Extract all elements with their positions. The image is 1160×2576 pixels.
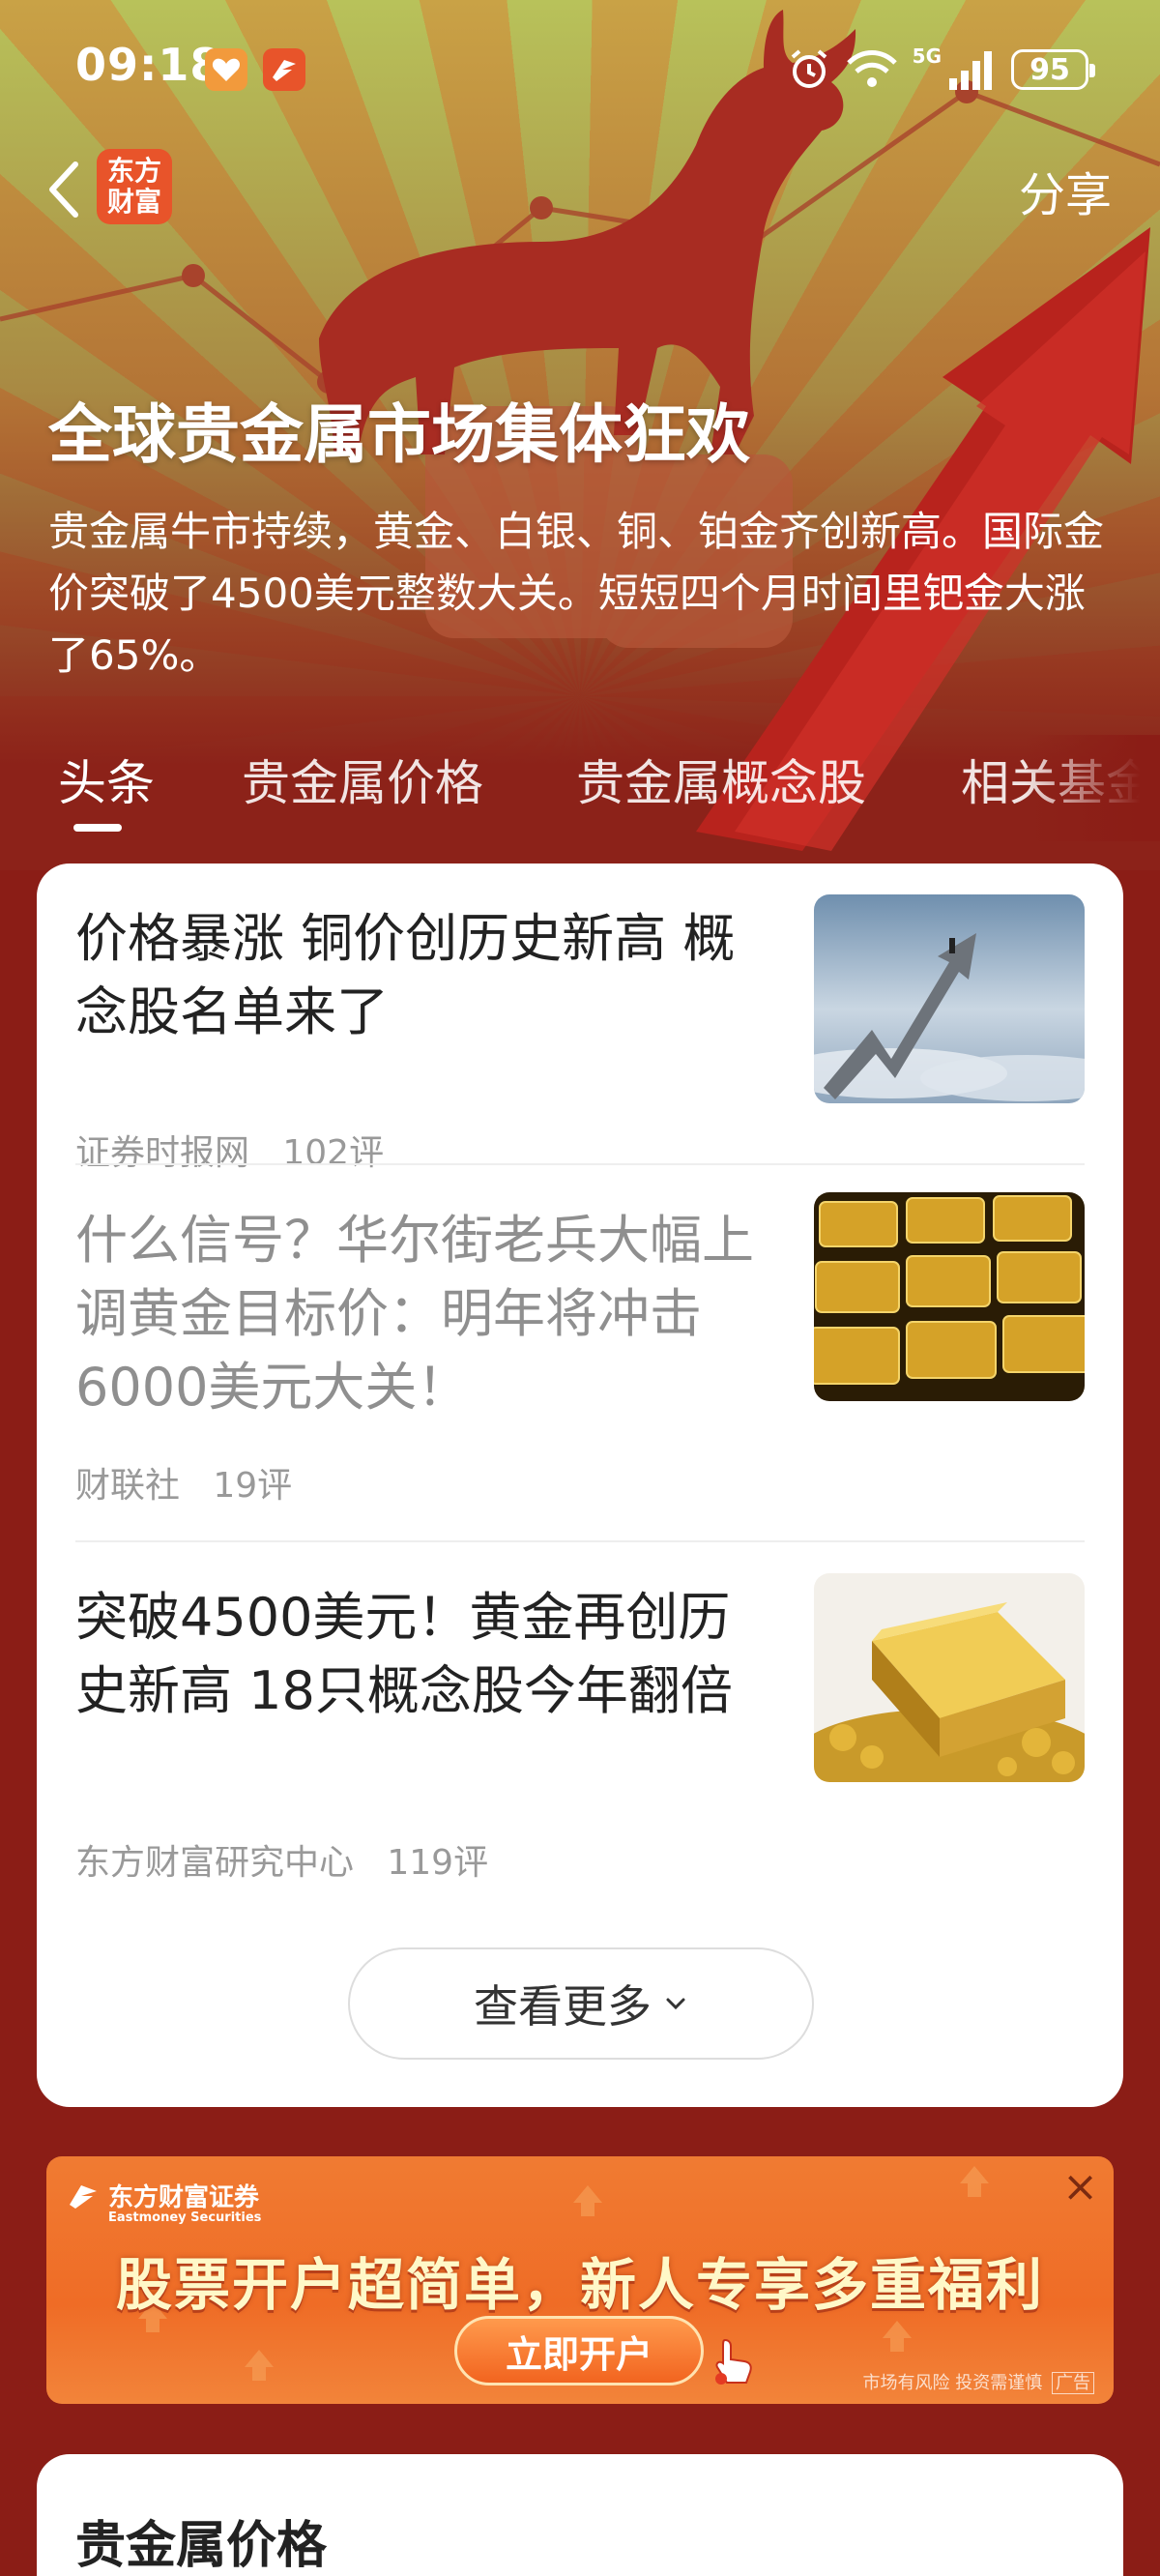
ad-brand: 东方财富证券 bbox=[68, 2178, 259, 2213]
news-meta: 财联社 19评 bbox=[75, 1457, 292, 1508]
network-type: 5G bbox=[912, 44, 942, 68]
divider bbox=[75, 1540, 1085, 1542]
news-title: 价格暴涨 铜价创历史新高 概念股名单来了 bbox=[75, 908, 736, 1042]
page-description: 贵金属牛市持续，黄金、白银、铜、铂金齐创新高。国际金价突破了4500美元整数大关… bbox=[48, 508, 1105, 679]
chevron-down-icon bbox=[666, 1998, 685, 2010]
ad-risk-notice: 市场有风险 投资需谨慎 bbox=[862, 2373, 1043, 2393]
hand-pointer-icon bbox=[715, 2338, 752, 2385]
news-comment-count: 19评 bbox=[213, 1466, 293, 1506]
news-source: 东方财富研究中心 bbox=[75, 1843, 355, 1883]
ad-disclaimer: 市场有风险 投资需谨慎 广告 bbox=[863, 2369, 1094, 2394]
wifi-icon bbox=[846, 50, 897, 87]
account-opening-ad[interactable]: 东方财富证券 Eastmoney Securities × 股票开户超简单，新人… bbox=[46, 2156, 1114, 2404]
open-account-button[interactable]: 立即开户 bbox=[454, 2316, 704, 2386]
status-bar: 09:18 5G 95 bbox=[0, 0, 1160, 135]
metal-price-card: 贵金属价格 bbox=[37, 2454, 1123, 2576]
open-account-label: 立即开户 bbox=[505, 2332, 652, 2376]
tab-concept-stocks[interactable]: 贵金属概念股 bbox=[576, 745, 866, 814]
news-item[interactable]: 什么信号？华尔街老兵大幅上调黄金目标价：明年将冲击6000美元大关！ 财联社 1… bbox=[75, 1192, 1085, 1506]
ad-brand-en: Eastmoney Securities bbox=[108, 2210, 262, 2225]
tab-headlines[interactable]: 头条 bbox=[58, 745, 155, 814]
eastmoney-app-icon bbox=[263, 48, 305, 91]
alarm-icon bbox=[791, 49, 826, 88]
eastmoney-logo-icon bbox=[70, 2184, 97, 2209]
news-comment-count: 119评 bbox=[387, 1843, 489, 1883]
tab-metal-prices[interactable]: 贵金属价格 bbox=[242, 745, 483, 814]
share-button[interactable]: 分享 bbox=[1019, 157, 1112, 224]
ad-brand-name: 东方财富证券 bbox=[108, 2183, 260, 2212]
news-list-card: 价格暴涨 铜价创历史新高 概念股名单来了 证券时报网 102评 什么信号？华尔街… bbox=[37, 864, 1123, 2107]
view-more-label: 查看更多 bbox=[474, 1980, 652, 2033]
brand-logo: 东方 财富 bbox=[97, 149, 172, 224]
gold-bars-grid-image bbox=[814, 1192, 1085, 1401]
news-item[interactable]: 突破4500美元！黄金再创历史新高 18只概念股今年翻倍 东方财富研究中心 11… bbox=[75, 1573, 1085, 1883]
back-button[interactable] bbox=[39, 155, 93, 224]
news-comment-count: 102评 bbox=[282, 1133, 385, 1173]
active-tab-indicator bbox=[73, 824, 122, 832]
tab-bar: 头条 贵金属价格 贵金属概念股 相关基金 bbox=[0, 745, 1160, 841]
news-source: 证券时报网 bbox=[75, 1133, 250, 1173]
news-item[interactable]: 价格暴涨 铜价创历史新高 概念股名单来了 证券时报网 102评 bbox=[75, 894, 1085, 1173]
view-more-button[interactable]: 查看更多 bbox=[348, 1947, 814, 2060]
ad-tag: 广告 bbox=[1052, 2372, 1094, 2394]
close-icon[interactable]: × bbox=[1062, 2166, 1098, 2209]
tab-scroll-fade bbox=[1025, 735, 1160, 841]
brand-logo-text: 东方 财富 bbox=[106, 155, 161, 218]
signal-icon bbox=[949, 51, 992, 90]
gold-bar-nuggets-image bbox=[814, 1573, 1085, 1782]
divider bbox=[75, 1163, 1085, 1165]
ad-headline: 股票开户超简单，新人专享多重福利 bbox=[115, 2252, 1044, 2318]
chevron-left-icon bbox=[49, 161, 78, 218]
news-source: 财联社 bbox=[75, 1466, 181, 1506]
news-title: 突破4500美元！黄金再创历史新高 18只概念股今年翻倍 bbox=[75, 1587, 733, 1721]
section-title: 贵金属价格 bbox=[75, 2517, 328, 2575]
news-title: 什么信号？华尔街老兵大幅上调黄金目标价：明年将冲击6000美元大关！ bbox=[75, 1210, 754, 1418]
rising-arrow-sky-image bbox=[814, 894, 1085, 1103]
battery-icon: 95 bbox=[1011, 49, 1095, 90]
health-app-icon bbox=[205, 48, 247, 91]
news-meta: 东方财富研究中心 119评 bbox=[75, 1834, 488, 1885]
news-meta: 证券时报网 102评 bbox=[75, 1125, 384, 1175]
page-title: 全球贵金属市场集体狂欢 bbox=[48, 397, 750, 472]
status-time: 09:18 bbox=[75, 39, 222, 91]
